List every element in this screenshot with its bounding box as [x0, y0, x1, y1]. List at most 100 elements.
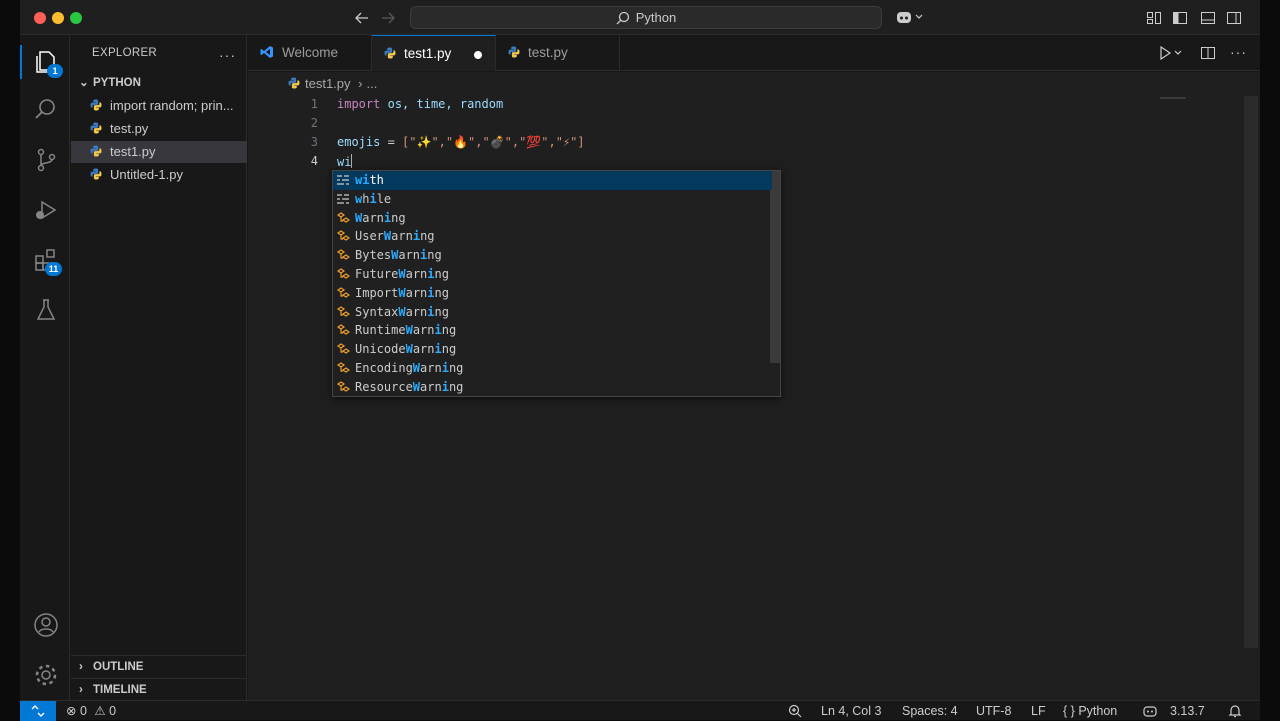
suggest-widget[interactable]: with while Warning UserWarning BytesWarning F…: [332, 170, 781, 397]
search-icon: [616, 11, 629, 24]
cursor-position[interactable]: Ln 4, Col 3: [821, 703, 881, 719]
tab-test1[interactable]: test1.py: [372, 35, 496, 71]
toggle-secondary-sidebar-icon[interactable]: [1226, 10, 1242, 26]
folder-header[interactable]: ⌄ PYTHON: [71, 72, 247, 94]
editor-tabs: Welcome test1.py test.py ···: [248, 35, 1260, 71]
notifications-bell-icon[interactable]: [1228, 704, 1242, 718]
suggestion-item[interactable]: RuntimeWarning: [333, 321, 772, 340]
suggestion-item[interactable]: with: [333, 171, 772, 190]
code-line-3: emojis = ["✨","🔥","💣","💯","⚡"]: [337, 135, 585, 149]
tab-label: Welcome: [282, 45, 339, 60]
testing-icon[interactable]: [33, 297, 59, 323]
indentation[interactable]: Spaces: 4: [902, 703, 958, 719]
suggestion-item[interactable]: ResourceWarning: [333, 378, 772, 397]
close-window-button[interactable]: [34, 12, 46, 24]
zoom-window-button[interactable]: [70, 12, 82, 24]
breadcrumb-more[interactable]: ...: [367, 76, 378, 91]
suggestion-item[interactable]: FutureWarning: [333, 265, 772, 284]
typed-text: wi: [337, 155, 352, 169]
run-python-icon[interactable]: [1158, 46, 1184, 60]
suggestion-item[interactable]: while: [333, 190, 772, 209]
suggestion-item[interactable]: EncodingWarning: [333, 359, 772, 378]
encoding[interactable]: UTF-8: [976, 703, 1011, 719]
toggle-primary-sidebar-icon[interactable]: [1172, 10, 1188, 26]
line-number: 3: [310, 135, 318, 149]
timeline-label: TIMELINE: [93, 684, 147, 696]
suggestion-label: UserWarning: [355, 229, 435, 244]
minimize-window-button[interactable]: [52, 12, 64, 24]
back-arrow-icon[interactable]: [354, 10, 370, 26]
suggestion-item[interactable]: Warning: [333, 209, 772, 228]
problems-indicator[interactable]: ⊗ 0 ⚠ 0: [66, 703, 116, 719]
keyword-icon: [337, 175, 349, 185]
search-view-icon[interactable]: [33, 97, 59, 123]
suggestion-item[interactable]: ImportWarning: [333, 284, 772, 303]
python-file-icon: [288, 77, 300, 89]
explorer-sidebar: EXPLORER ··· ⌄ PYTHON import random; prin…: [71, 35, 247, 700]
suggestion-item[interactable]: UserWarning: [333, 227, 772, 246]
class-icon: [336, 381, 350, 392]
python-interpreter[interactable]: 3.13.7: [1170, 703, 1205, 719]
file-item[interactable]: test.py: [71, 118, 247, 140]
command-center-search[interactable]: Python: [410, 6, 882, 29]
language-mode[interactable]: { } Python: [1063, 703, 1117, 719]
chevron-right-icon: ›: [79, 661, 83, 673]
remote-indicator[interactable]: [20, 701, 56, 721]
breadcrumb-file[interactable]: test1.py: [305, 76, 351, 91]
text-cursor: [351, 154, 353, 168]
customize-layout-icon[interactable]: [1146, 10, 1162, 26]
file-item[interactable]: import random; prin...: [71, 95, 247, 117]
suggestion-label: UnicodeWarning: [355, 342, 457, 357]
split-editor-icon[interactable]: [1200, 46, 1216, 60]
class-icon: [336, 324, 350, 336]
end-of-line[interactable]: LF: [1031, 703, 1046, 719]
unsaved-dot-icon[interactable]: [474, 51, 482, 59]
outline-section[interactable]: › OUTLINE: [71, 655, 247, 677]
error-icon: ⊗: [66, 704, 77, 718]
chevron-right-icon: ›: [79, 684, 83, 696]
suggestion-item[interactable]: SyntaxWarning: [333, 303, 772, 322]
copilot-status-icon[interactable]: [1143, 704, 1157, 718]
copilot-icon[interactable]: [896, 9, 926, 25]
class-icon: [336, 230, 350, 242]
more-actions-icon[interactable]: ···: [219, 47, 236, 63]
minimap[interactable]: [1160, 97, 1186, 99]
suggestion-label: while: [355, 191, 392, 206]
python-file-icon: [508, 46, 520, 58]
title-bar: Python: [20, 0, 1260, 35]
suggestion-label: ImportWarning: [355, 285, 449, 300]
suggestion-item[interactable]: UnicodeWarning: [333, 340, 772, 359]
suggestion-label: with: [355, 173, 384, 187]
vscode-logo-icon: [260, 46, 273, 58]
outline-label: OUTLINE: [93, 661, 144, 673]
forward-arrow-icon[interactable]: [380, 10, 396, 26]
accounts-icon[interactable]: [33, 612, 59, 638]
code-line-1: import os, time, random: [337, 97, 503, 111]
manage-gear-icon[interactable]: [33, 662, 59, 688]
run-debug-icon[interactable]: [33, 197, 59, 223]
error-count: 0: [79, 704, 87, 718]
suggestion-label: BytesWarning: [355, 248, 442, 263]
explorer-badge: 1: [47, 64, 63, 78]
vertical-scrollbar[interactable]: [1244, 96, 1258, 648]
emoji-list-literal: ["✨","🔥","💣","💯","⚡"]: [402, 135, 585, 149]
module-names: os, time, random: [387, 97, 504, 111]
suggestion-label: EncodingWarning: [355, 361, 464, 375]
timeline-section[interactable]: › TIMELINE: [71, 678, 247, 700]
variable-emojis: emojis: [337, 135, 381, 149]
active-indicator: [20, 45, 22, 79]
more-actions-icon[interactable]: ···: [1230, 44, 1247, 60]
file-item-selected[interactable]: test1.py: [71, 141, 247, 163]
toggle-panel-icon[interactable]: [1200, 10, 1216, 26]
python-file-icon: [384, 47, 396, 59]
class-icon: [336, 249, 350, 260]
source-control-icon[interactable]: [33, 147, 59, 173]
file-item[interactable]: Untitled-1.py: [71, 164, 247, 186]
tab-test[interactable]: test.py: [496, 35, 620, 71]
suggestion-label: FutureWarning: [355, 267, 449, 281]
chevron-down-icon: ⌄: [79, 77, 89, 89]
zoom-icon[interactable]: [788, 704, 802, 718]
tab-welcome[interactable]: Welcome: [248, 35, 372, 71]
suggestion-item[interactable]: BytesWarning: [333, 246, 772, 265]
class-icon: [336, 362, 350, 373]
